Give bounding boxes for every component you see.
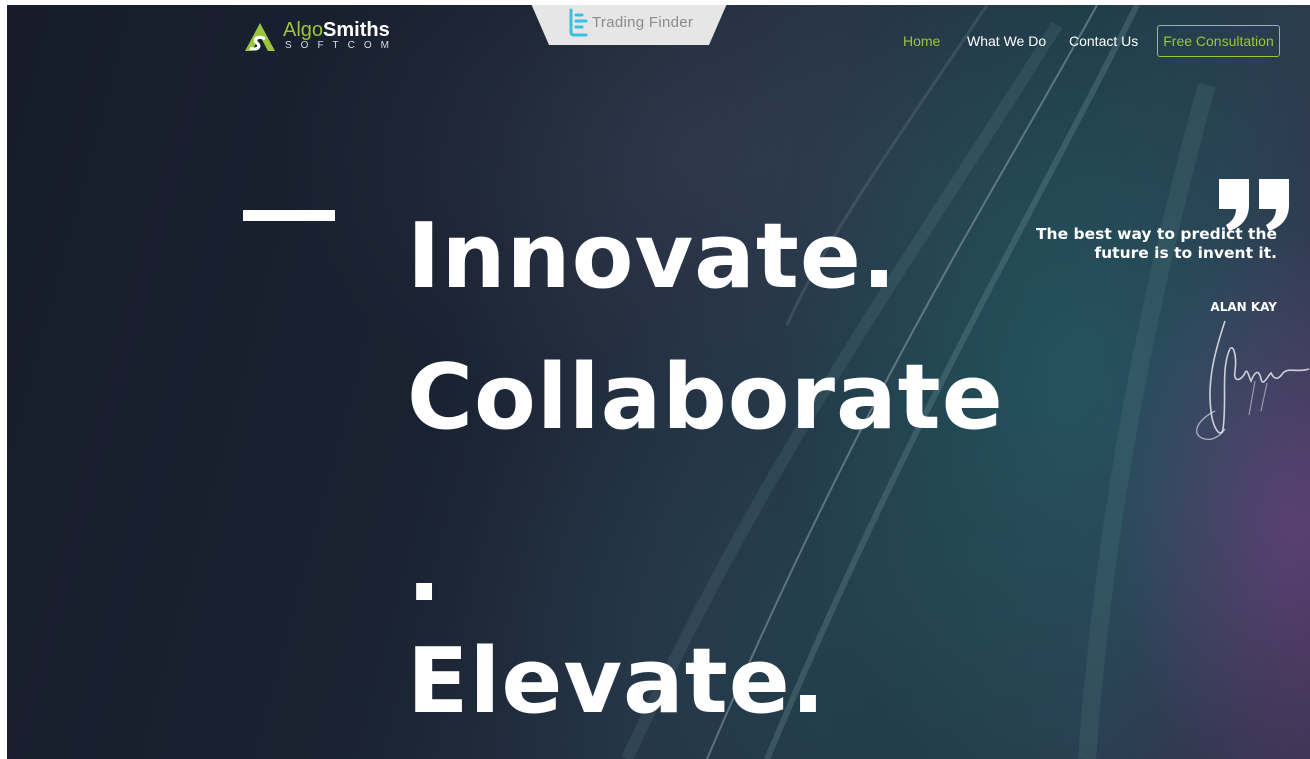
trading-finder-icon	[569, 8, 588, 37]
trading-finder-watermark: Trading Finder	[529, 5, 729, 45]
headline-line-2: Collaborate	[407, 345, 1004, 450]
accent-dash	[243, 210, 335, 221]
headline-line-3: .	[407, 517, 443, 622]
brand-logo[interactable]: AlgoSmiths SOFTCOM	[243, 19, 403, 55]
logo-subtitle: SOFTCOM	[285, 40, 398, 51]
nav-what-we-do[interactable]: What We Do	[967, 25, 1046, 57]
logo-wordmark: AlgoSmiths	[283, 19, 390, 42]
headline-line-4: Elevate.	[407, 629, 827, 734]
hero-section: AlgoSmiths SOFTCOM Trading Finder Home W…	[7, 5, 1310, 759]
quote-text: The best way to predict the future is to…	[1035, 225, 1277, 262]
trading-finder-label: Trading Finder	[592, 14, 694, 31]
nav-contact-us[interactable]: Contact Us	[1069, 25, 1138, 57]
algosmiths-logo-icon	[245, 23, 275, 51]
logo-name-part2: Smiths	[323, 19, 390, 41]
signature-image	[1196, 320, 1310, 441]
free-consultation-button[interactable]: Free Consultation	[1157, 25, 1280, 57]
logo-name-part1: Algo	[283, 19, 324, 41]
headline-line-1: Innovate.	[407, 204, 898, 309]
nav-home[interactable]: Home	[903, 25, 940, 57]
